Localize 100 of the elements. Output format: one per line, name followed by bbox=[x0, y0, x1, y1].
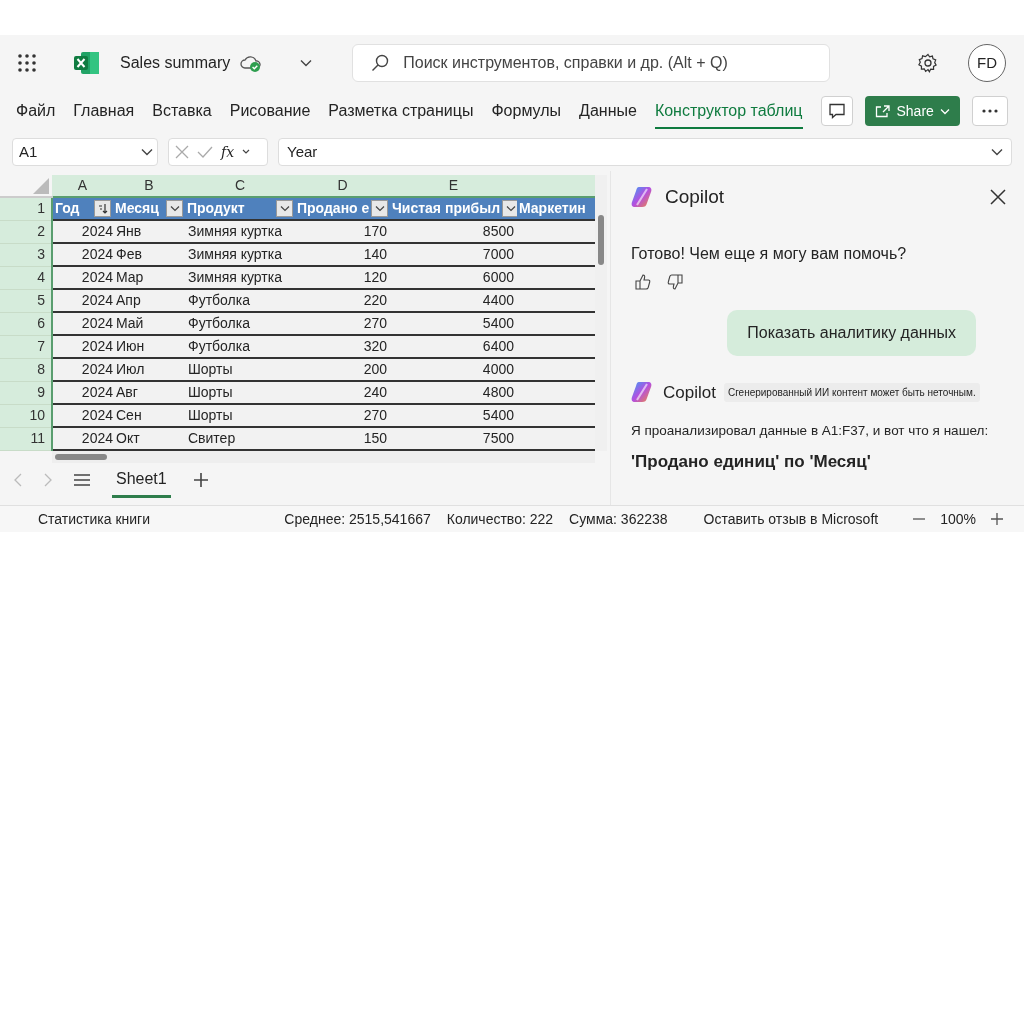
table-cell: 4400 bbox=[390, 289, 517, 312]
column-header[interactable]: E bbox=[390, 175, 517, 197]
count-reading: Количество: 222 bbox=[446, 509, 554, 529]
expand-chevron-icon[interactable] bbox=[991, 148, 1003, 156]
table-cell: 8500 bbox=[390, 220, 517, 243]
chevron-down-icon[interactable] bbox=[300, 59, 313, 67]
chevron-down-icon[interactable] bbox=[141, 148, 153, 156]
table-cell: 120 bbox=[295, 266, 390, 289]
filter-dropdown-button[interactable] bbox=[502, 200, 517, 217]
search-bar[interactable]: Поиск инструментов, справки и др. (Alt + Q) bbox=[352, 44, 831, 82]
row-header[interactable]: 8 bbox=[0, 358, 52, 381]
table-cell: 240 bbox=[295, 381, 390, 404]
formula-input-field[interactable]: Year bbox=[278, 138, 1012, 166]
ribbon-tab[interactable]: Рисование bbox=[229, 93, 311, 129]
table-cell: Шорты bbox=[185, 404, 295, 427]
table-header-cell-text: Чистая прибыл bbox=[392, 199, 501, 218]
sum-reading: Сумма: 362238 bbox=[569, 509, 668, 529]
column-header[interactable]: A bbox=[52, 175, 113, 197]
table-cell: Июл bbox=[113, 358, 185, 381]
feedback-link[interactable]: Оставить отзыв в Microsoft bbox=[703, 508, 879, 530]
settings-icon[interactable] bbox=[918, 53, 938, 73]
table-cell: 6400 bbox=[390, 335, 517, 358]
chevron-down-icon bbox=[939, 107, 950, 115]
app-launcher-icon[interactable] bbox=[18, 54, 36, 72]
row-header[interactable]: 9 bbox=[0, 381, 52, 404]
table-cell: 170 bbox=[295, 220, 390, 243]
table-cell: 270 bbox=[295, 312, 390, 335]
insert-function-button[interactable]: fx bbox=[221, 141, 235, 163]
table-header-cell-text: Месяц bbox=[115, 199, 159, 218]
row-header[interactable]: 4 bbox=[0, 266, 52, 289]
column-header[interactable]: C bbox=[185, 175, 295, 197]
row-header[interactable]: 6 bbox=[0, 312, 52, 335]
filter-dropdown-button[interactable] bbox=[276, 200, 293, 217]
search-icon bbox=[371, 54, 390, 72]
horizontal-scrollbar[interactable] bbox=[52, 451, 595, 463]
zoom-in-icon[interactable] bbox=[990, 512, 1004, 526]
table-cell: Янв bbox=[113, 220, 185, 243]
close-icon[interactable] bbox=[990, 189, 1006, 206]
filter-dropdown-button[interactable] bbox=[166, 200, 183, 217]
comments-button[interactable] bbox=[820, 96, 853, 126]
table-header-cell-text: Маркетин bbox=[519, 199, 586, 218]
ribbon-tab[interactable]: Конструктор таблиц bbox=[654, 93, 803, 129]
table-cell: 270 bbox=[295, 404, 390, 427]
row-header[interactable]: 10 bbox=[0, 404, 52, 427]
search-field[interactable]: Поиск инструментов, справки и др. (Alt + Q) bbox=[401, 50, 830, 76]
zoom-level[interactable]: 100% bbox=[940, 508, 976, 530]
table-cell: 7000 bbox=[390, 243, 517, 266]
menu-icon[interactable] bbox=[74, 473, 90, 487]
name-box-field[interactable]: A1 bbox=[12, 138, 158, 166]
assistant-name: Copilot bbox=[663, 381, 716, 404]
sort-icon bbox=[97, 203, 108, 214]
sort-filter-button[interactable] bbox=[94, 200, 111, 217]
chevron-down-icon bbox=[169, 205, 180, 212]
workbook-statistics-link[interactable]: Статистика книги bbox=[38, 508, 151, 530]
column-header[interactable]: B bbox=[113, 175, 185, 197]
share-button[interactable]: Share bbox=[864, 96, 960, 126]
table-cell: 140 bbox=[295, 243, 390, 266]
table-cell: Окт bbox=[113, 427, 185, 450]
table-cell: 7500 bbox=[390, 427, 517, 450]
row-header[interactable]: 2 bbox=[0, 220, 52, 243]
table-cell: 200 bbox=[295, 358, 390, 381]
more-icon bbox=[981, 109, 998, 113]
table-cell: 4800 bbox=[390, 381, 517, 404]
chevron-down-icon[interactable] bbox=[242, 149, 251, 155]
filter-dropdown-button[interactable] bbox=[371, 200, 389, 217]
vertical-scrollbar[interactable] bbox=[595, 175, 607, 451]
table-cell: 220 bbox=[295, 289, 390, 312]
table-cell: 6000 bbox=[390, 266, 517, 289]
row-header[interactable]: 3 bbox=[0, 243, 52, 266]
column-header[interactable]: D bbox=[295, 175, 390, 197]
thumbs-down-icon[interactable] bbox=[667, 273, 683, 290]
spreadsheet-logo-icon[interactable] bbox=[74, 51, 100, 75]
table-cell: 150 bbox=[295, 427, 390, 450]
ribbon-tab[interactable]: Формулы bbox=[491, 93, 562, 129]
table-header-cell-text: Продукт bbox=[187, 199, 245, 218]
table-header-cell-text: Год bbox=[55, 199, 80, 218]
chat-message: Я проанализировал данные в A1:F37, и вот что я нашел: bbox=[631, 422, 990, 440]
ribbon-tab[interactable]: Вставка bbox=[152, 93, 212, 129]
ribbon-tab[interactable]: Разметка страницы bbox=[328, 93, 474, 129]
panel-title: Copilot bbox=[665, 185, 725, 209]
add-sheet-icon[interactable] bbox=[192, 472, 209, 488]
table-cell: Шорты bbox=[185, 381, 295, 404]
thumbs-up-icon[interactable] bbox=[635, 273, 651, 290]
ribbon-tab[interactable]: Главная bbox=[73, 93, 135, 129]
document-title[interactable]: Sales summary bbox=[120, 51, 231, 75]
table-cell: 4000 bbox=[390, 358, 517, 381]
row-header[interactable]: 7 bbox=[0, 335, 52, 358]
ribbon-tab[interactable]: Файл bbox=[16, 93, 56, 129]
table-header-cell-text: Продано е bbox=[297, 199, 370, 218]
sheet-tab[interactable]: Sheet1 bbox=[112, 462, 171, 498]
row-header[interactable]: 1 bbox=[0, 197, 52, 220]
ribbon-tab[interactable]: Данные bbox=[579, 93, 637, 129]
row-header[interactable]: 5 bbox=[0, 289, 52, 312]
suggestion-chip[interactable]: Показать аналитику данных bbox=[727, 309, 976, 356]
user-avatar[interactable]: FD bbox=[968, 44, 1006, 82]
chevron-down-icon bbox=[374, 205, 385, 212]
table-cell: Футболка bbox=[185, 289, 295, 312]
table-cell: Июн bbox=[113, 335, 185, 358]
table-cell: Свитер bbox=[185, 427, 295, 450]
row-header[interactable]: 11 bbox=[0, 427, 52, 450]
